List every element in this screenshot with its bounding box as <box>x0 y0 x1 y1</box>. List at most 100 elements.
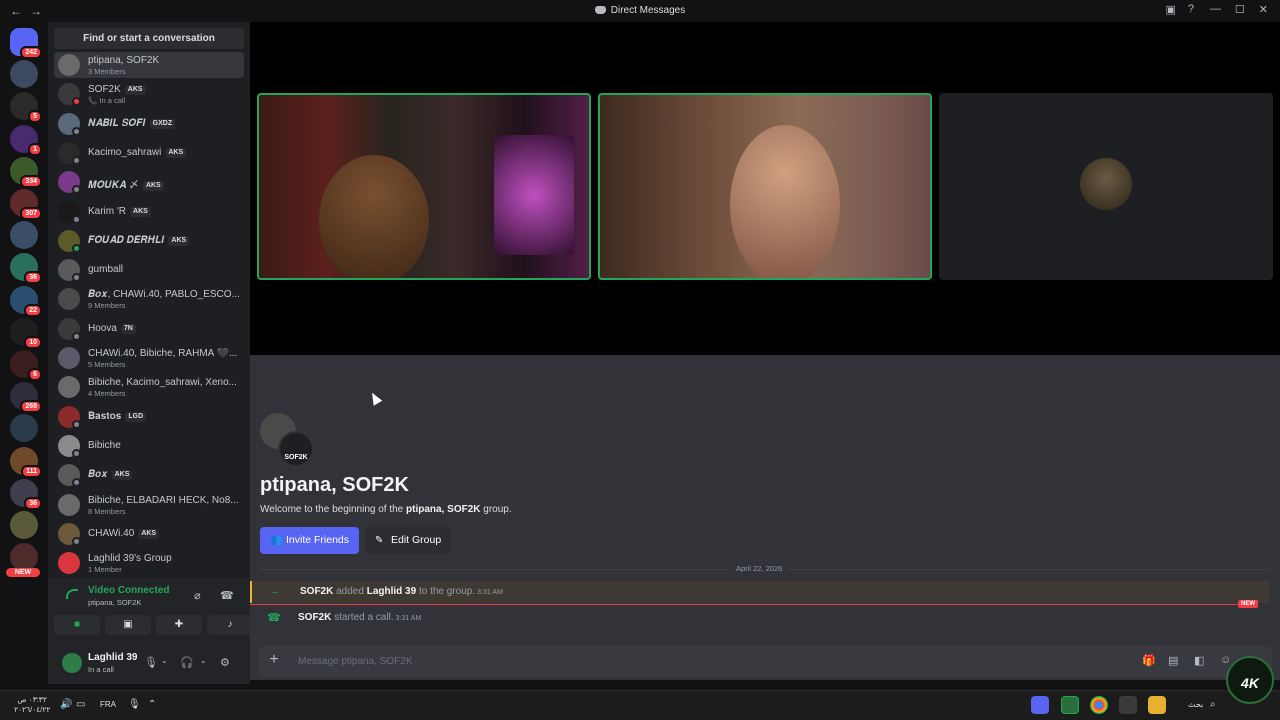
invite-friends-button[interactable]: 👥 Invite Friends <box>260 527 360 554</box>
volume-icon[interactable]: 🔊 <box>60 699 72 710</box>
server-icon[interactable]: 307 <box>10 189 42 220</box>
server-icon[interactable] <box>10 511 38 539</box>
status-indicator <box>72 214 81 224</box>
activity-button[interactable]: ✚ <box>156 615 202 635</box>
dm-item[interactable]: Kacimo_sahrawi AKS <box>54 140 244 166</box>
inbox-icon[interactable]: ▣ <box>1165 3 1175 16</box>
dm-item[interactable]: 𝑩𝒐𝒙 AKS <box>54 462 244 488</box>
dm-item[interactable]: gumball <box>54 257 244 283</box>
server-icon[interactable]: 22 <box>10 285 42 317</box>
server-icon[interactable]: 269 <box>10 382 42 414</box>
dm-item[interactable]: ptipana, SOF2K 3 Members <box>54 52 244 78</box>
dm-item[interactable]: CHAWi.40, Bibiche, RAHMA 🖤... 5 Members <box>54 345 244 371</box>
video-tile-2[interactable] <box>598 93 932 280</box>
folder-icon[interactable] <box>1148 696 1166 714</box>
gif-icon[interactable]: ▤ <box>1168 654 1178 667</box>
dm-item[interactable]: SOF2K AKS 📞 In a call <box>54 81 244 107</box>
server-icon[interactable]: 36 <box>10 478 42 510</box>
gift-icon[interactable]: 🎁 <box>1142 654 1156 667</box>
dm-item[interactable]: Bibiche, ELBADARI HECK, No8... 8 Members <box>54 492 244 518</box>
dm-item[interactable]: Laghlid 39's Group 1 Member <box>54 550 244 576</box>
chevron-up-icon[interactable]: ⌃ <box>148 699 156 710</box>
server-icon[interactable]: 1 <box>10 124 42 156</box>
dm-item[interactable]: 𝑩𝒐𝒙, CHAWi.40, PABLO_ESCO... 9 Members <box>54 286 244 312</box>
dm-name: Karim 'R AKS <box>88 206 242 217</box>
date-label: April 22, 2026 <box>730 564 789 573</box>
dm-item[interactable]: Bibiche <box>54 433 244 459</box>
close-button[interactable]: ✕ <box>1259 3 1268 16</box>
minimize-button[interactable]: — <box>1210 3 1221 16</box>
dm-subtitle: 📞 In a call <box>88 96 126 106</box>
avatar[interactable] <box>62 653 82 673</box>
sticker-icon[interactable]: ◧ <box>1194 654 1204 667</box>
home-button[interactable]: 242 <box>10 28 42 59</box>
microphone-icon[interactable]: 🎙 <box>128 699 141 710</box>
notification-badge: 36 <box>24 271 42 285</box>
dm-item[interactable]: Hoova 7N <box>54 316 244 342</box>
clock[interactable]: ٠٣:٣٢ ص ٢٠٢٦/٠٤/٢٢ <box>14 695 50 715</box>
video-tile-1[interactable] <box>257 93 591 280</box>
soundboard-button[interactable]: ♪ <box>207 615 253 635</box>
server-icon[interactable] <box>10 60 38 89</box>
dm-name: CHAWi.40 AKS <box>88 528 242 539</box>
edit-group-button[interactable]: ✎ Edit Group <box>365 527 452 554</box>
dm-item[interactable]: Karim 'R AKS <box>54 199 244 225</box>
message-input[interactable]: Message ptipana, SOF2K <box>298 656 413 667</box>
voice-status[interactable]: Video Connected <box>88 585 170 596</box>
headphones-icon[interactable]: 🎧 <box>180 656 194 669</box>
search-button[interactable]: Find or start a conversation <box>54 28 244 49</box>
search-box[interactable]: بحث <box>1188 700 1203 709</box>
dm-name: Bibiche <box>88 439 121 451</box>
store-icon[interactable] <box>1119 696 1137 714</box>
notification-badge: 10 <box>24 335 42 349</box>
dm-item[interactable]: CHAWi.40 AKS <box>54 521 244 547</box>
voice-connection-panel: Video Connected ptipana, SOF2K ⌀ ☎ ■ ▣ ✚… <box>48 578 253 642</box>
dm-name: CHAWi.40, Bibiche, RAHMA 🖤... <box>88 348 238 359</box>
dm-subtitle: 8 Members <box>88 506 126 516</box>
chevron-down-icon[interactable]: ⌄ <box>161 656 168 665</box>
noise-suppression-icon[interactable]: ⌀ <box>194 589 201 602</box>
server-icon[interactable]: 36 <box>10 253 42 285</box>
server-icon[interactable]: 6 <box>10 350 42 381</box>
dm-item[interactable]: 𝑭𝑶𝑼𝑨𝑫 𝑫𝑬𝑹𝑯𝑳𝑰 AKS <box>54 228 244 254</box>
dm-subtitle: 4 Members <box>88 389 126 399</box>
server-icon[interactable]: NEW <box>6 543 40 578</box>
app-icon[interactable] <box>1061 696 1079 714</box>
server-list: 242 5 1 334 307 36 22 10 6 269 111 36 NEW <box>0 22 48 680</box>
signal-icon <box>66 589 78 599</box>
dm-item[interactable]: 𝑵𝑨𝑩𝑰𝑳 𝑺𝑶𝑭𝑰 GXDZ <box>54 111 244 137</box>
server-icon[interactable]: 334 <box>10 156 42 188</box>
chrome-icon[interactable] <box>1090 696 1108 714</box>
video-tile-3[interactable] <box>939 93 1273 280</box>
username[interactable]: Laghlid 39 <box>88 652 137 663</box>
dm-item[interactable]: Bibiche, Kacimo_sahrawi, Xeno... 4 Member… <box>54 374 244 400</box>
maximize-button[interactable]: ☐ <box>1235 3 1245 16</box>
discord-app-icon[interactable] <box>1031 696 1049 714</box>
screen-share-button[interactable]: ▣ <box>105 615 151 635</box>
status-indicator <box>72 126 81 136</box>
help-icon[interactable]: ? <box>1188 3 1194 16</box>
dm-item[interactable]: 𝑴𝑶𝑼𝑲𝑨 〆 AKS <box>54 169 244 195</box>
server-icon[interactable]: 10 <box>10 317 42 349</box>
avatar <box>58 54 80 76</box>
language-indicator[interactable]: FRA <box>100 700 116 709</box>
microphone-icon[interactable]: 🎙 <box>144 656 158 669</box>
pencil-icon: ✎ <box>375 535 384 546</box>
disconnect-icon[interactable]: ☎ <box>220 589 234 602</box>
plus-icon[interactable]: + <box>266 652 282 668</box>
status-indicator <box>72 536 81 546</box>
emoji-icon[interactable]: ☺ <box>1220 654 1231 666</box>
network-icon[interactable]: ▭ <box>76 699 85 710</box>
chevron-down-icon[interactable]: ⌄ <box>200 656 207 665</box>
message-composer[interactable]: + Message ptipana, SOF2K 🎁 ▤ ◧ ☺ <box>258 646 1272 678</box>
server-icon[interactable]: 5 <box>10 92 42 124</box>
search-icon[interactable]: ⌕ <box>1210 699 1216 710</box>
server-icon[interactable] <box>10 414 38 443</box>
gear-icon[interactable]: ⚙ <box>220 656 230 669</box>
camera-button[interactable]: ■ <box>54 615 100 635</box>
server-icon[interactable] <box>10 221 38 250</box>
server-icon[interactable]: 111 <box>10 446 42 478</box>
dm-item[interactable]: 𝐁𝐚𝐬𝐭𝐨𝐬 LGD <box>54 404 244 430</box>
voice-channel[interactable]: ptipana, SOF2K <box>88 598 141 607</box>
notification-badge: 1 <box>28 142 42 156</box>
